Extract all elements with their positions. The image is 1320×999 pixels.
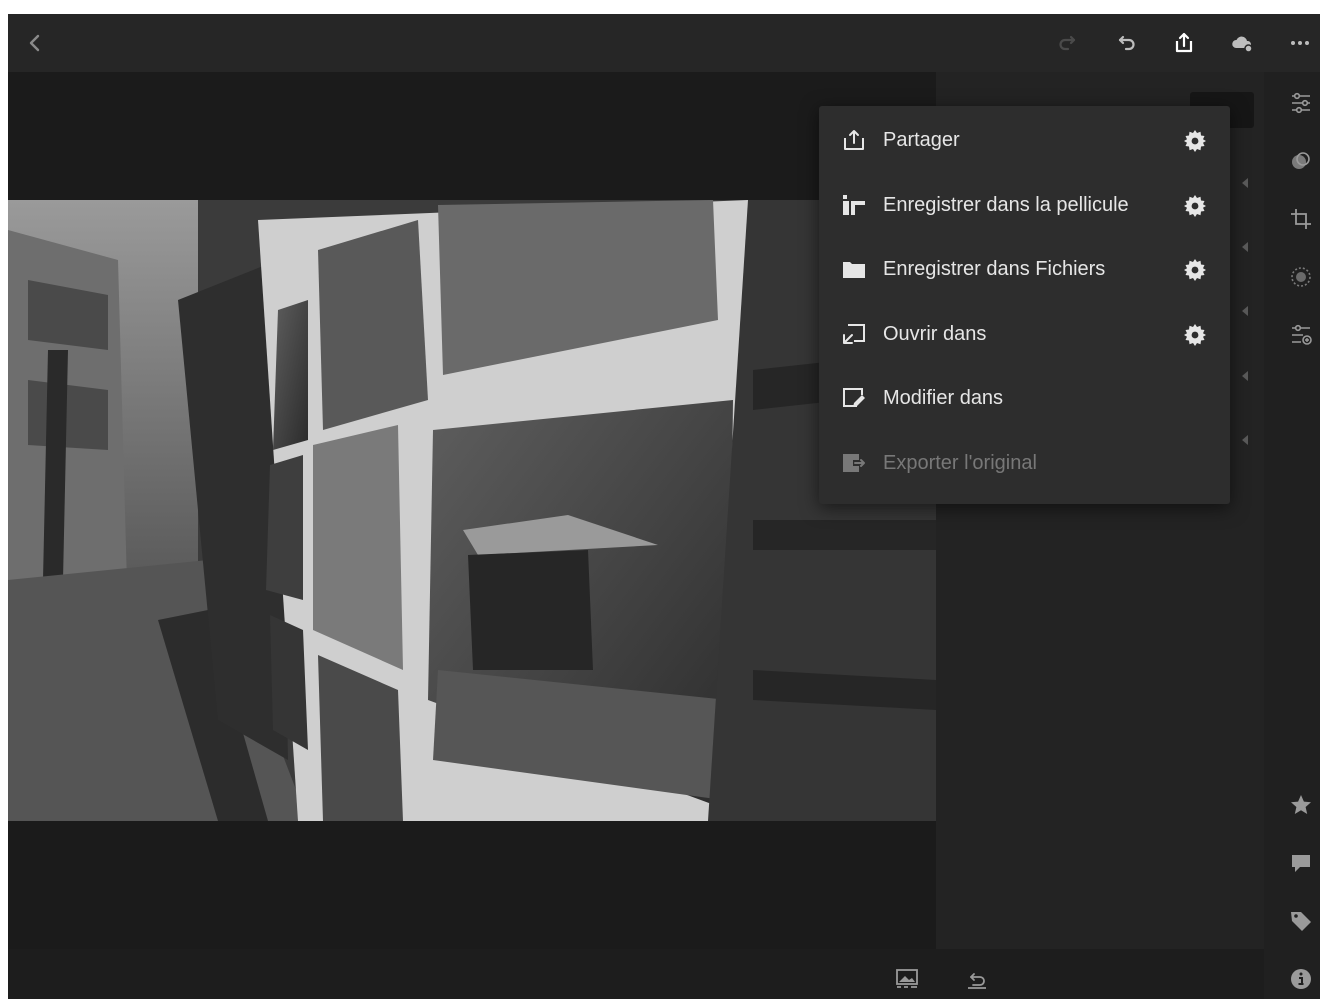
comments-tool[interactable] [1288,850,1314,876]
healing-icon [1291,267,1311,287]
photo[interactable] [8,200,936,821]
undo-icon [1118,35,1135,51]
menu-item-label: Modifier dans [883,387,1004,409]
before-after-button[interactable] [893,966,921,992]
menu-item-share[interactable]: Partager [819,108,1230,172]
star-icon [1291,795,1311,814]
light-tool[interactable] [1288,90,1314,116]
menu-item-label: Partager [883,129,960,151]
rating-tool[interactable] [1288,792,1314,818]
panel-expand-arrow[interactable] [1240,433,1250,445]
crop-icon [1291,209,1311,229]
caret-left-icon [1242,306,1248,316]
share-button[interactable] [1169,28,1199,58]
export-menu: Partager Enregistrer dans la pellicule E… [819,106,1230,504]
menu-item-label: Ouvrir dans [883,323,987,345]
caret-left-icon [1242,178,1248,188]
gear-icon[interactable] [1183,323,1207,347]
photo-image [8,200,936,821]
menu-item-save-camera-roll[interactable]: Enregistrer dans la pellicule [819,173,1230,237]
share-icon [1175,32,1193,53]
healing-tool[interactable] [1288,264,1314,290]
menu-item-label: Exporter l'original [883,452,1037,474]
presets-tool[interactable] [1288,148,1314,174]
more-button[interactable] [1285,28,1315,58]
caret-left-icon [1242,435,1248,445]
crop-tool[interactable] [1288,206,1314,232]
panel-expand-arrow[interactable] [1240,176,1250,188]
info-tool[interactable] [1288,966,1314,992]
keywords-tool[interactable] [1288,908,1314,934]
menu-item-edit-in[interactable]: Modifier dans [819,366,1230,430]
back-button[interactable] [20,28,50,58]
undo-button[interactable] [1111,28,1141,58]
menu-item-export-original: Exporter l'original [819,431,1230,495]
menu-item-open-in[interactable]: Ouvrir dans [819,302,1230,366]
panel-expand-arrow[interactable] [1240,240,1250,252]
chevron-left-icon [29,34,40,52]
redo-icon [1059,35,1076,51]
camera-roll-icon [841,193,867,217]
share-icon [841,128,867,152]
profile-icon [1292,324,1312,345]
folder-icon [841,257,867,281]
bottom-bar [8,949,1264,999]
gear-icon[interactable] [1183,258,1207,282]
cloud-sync-icon [1232,36,1253,53]
caret-left-icon [1242,242,1248,252]
before-after-icon [896,969,918,988]
menu-item-label: Enregistrer dans la pellicule [883,194,1129,216]
photo-canvas [8,72,936,949]
top-bar [8,14,1320,72]
profile-tool[interactable] [1288,322,1314,348]
gear-icon[interactable] [1183,194,1207,218]
cloud-sync-button[interactable] [1227,28,1257,58]
reset-button[interactable] [963,966,991,992]
presets-icon [1292,152,1310,169]
tag-icon [1291,912,1311,931]
lightroom-app: Partager Enregistrer dans la pellicule E… [8,14,1320,999]
panel-expand-arrow[interactable] [1240,304,1250,316]
export-original-icon [841,451,867,475]
comment-icon [1292,855,1310,872]
reset-icon [968,973,986,989]
caret-left-icon [1242,371,1248,381]
menu-item-label: Enregistrer dans Fichiers [883,258,1106,280]
open-in-icon [841,322,867,346]
panel-expand-arrow[interactable] [1240,369,1250,381]
sliders-icon [1292,92,1310,114]
redo-button[interactable] [1053,28,1083,58]
gear-icon[interactable] [1183,129,1207,153]
menu-item-save-files[interactable]: Enregistrer dans Fichiers [819,237,1230,301]
edit-in-icon [841,386,867,410]
info-icon [1291,969,1311,989]
more-icon [1291,41,1309,45]
